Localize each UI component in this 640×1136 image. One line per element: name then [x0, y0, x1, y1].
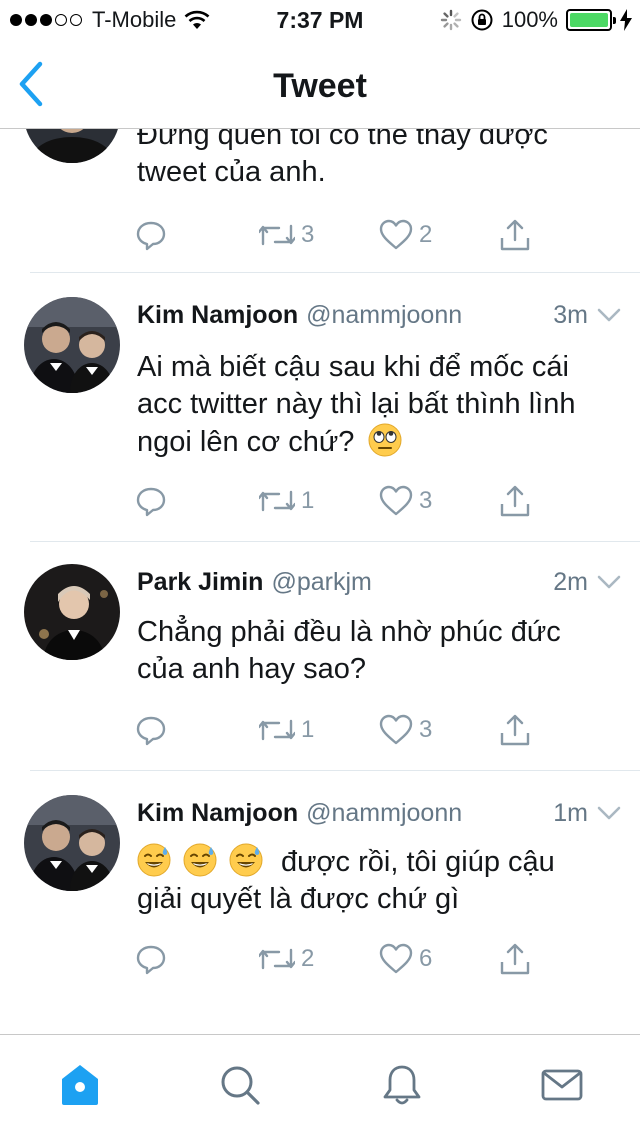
reply-icon [136, 221, 166, 251]
tweet-actions: 3 2 [135, 215, 565, 255]
retweet-button[interactable]: 1 [259, 481, 314, 521]
retweet-icon [259, 948, 295, 970]
user-handle[interactable]: @nammjoonn [306, 799, 462, 828]
notifications-icon[interactable] [380, 1063, 424, 1107]
reply-button[interactable] [135, 939, 167, 979]
tweet-thread: Đừng quên tôi có thể thấy được tweet của… [0, 128, 640, 1034]
chevron-down-icon[interactable] [596, 804, 622, 822]
share-icon [500, 714, 530, 746]
battery-percent: 100% [501, 7, 558, 32]
user-handle[interactable]: @parkjm [271, 568, 371, 597]
tweet-item[interactable]: Kim Namjoon @nammjoonn 3m Ai mà biết cậu… [0, 273, 640, 542]
tweet-header: Park Jimin @parkjm 2m [137, 564, 622, 600]
avatar[interactable] [24, 564, 120, 660]
retweet-button[interactable]: 1 [259, 710, 314, 750]
reply-icon [136, 487, 166, 517]
page-title: Tweet [273, 67, 367, 105]
share-button[interactable] [499, 481, 531, 521]
share-icon [500, 485, 530, 517]
retweet-count: 3 [301, 221, 315, 248]
like-count: 3 [419, 487, 433, 514]
user-name[interactable]: Park Jimin [137, 568, 263, 597]
tweet-partial[interactable]: Đừng quên tôi có thể thấy được tweet của… [0, 128, 640, 273]
search-icon[interactable] [218, 1063, 262, 1107]
activity-spinner-icon [440, 9, 461, 31]
sweat-smile-emoji [229, 843, 263, 877]
heart-icon [379, 485, 413, 516]
tweet-text: Ai mà biết cậu sau khi để mốc cái acc tw… [137, 351, 576, 458]
messages-icon[interactable] [540, 1063, 584, 1107]
reply-button[interactable] [135, 481, 167, 521]
tweet-time: 2m [553, 567, 588, 596]
heart-icon [379, 943, 413, 974]
like-count: 6 [419, 945, 433, 972]
avatar[interactable] [24, 297, 120, 393]
retweet-count: 1 [301, 487, 315, 514]
user-handle[interactable]: @nammjoonn [306, 301, 462, 330]
like-button[interactable]: 3 [379, 710, 432, 750]
heart-icon [379, 714, 413, 745]
user-name[interactable]: Kim Namjoon [137, 799, 298, 828]
tweet-item[interactable]: Kim Namjoon @nammjoonn 1m được rồi, tôi … [0, 771, 640, 1034]
user-name[interactable]: Kim Namjoon [137, 301, 298, 330]
nav-bar: Tweet [0, 40, 640, 128]
retweet-icon [259, 719, 295, 741]
tweet-item[interactable]: Park Jimin @parkjm 2m Chẳng phải đều là … [0, 542, 640, 771]
sweat-smile-emoji [137, 843, 171, 877]
battery-icon [566, 9, 616, 31]
charging-bolt-icon [620, 9, 632, 31]
share-icon [500, 943, 530, 975]
tweet-header: Kim Namjoon @nammjoonn 1m [137, 795, 622, 831]
status-bar: T-Mobile 7:37 PM 100% [0, 0, 640, 40]
like-button[interactable]: 2 [379, 215, 432, 255]
tab-bar [0, 1034, 640, 1136]
reply-icon [136, 945, 166, 975]
avatar[interactable] [24, 129, 120, 163]
reply-button[interactable] [135, 710, 167, 750]
chevron-down-icon[interactable] [596, 573, 622, 591]
retweet-icon [259, 490, 295, 512]
tweet-time: 3m [553, 300, 588, 329]
share-button[interactable] [499, 710, 531, 750]
retweet-count: 2 [301, 945, 315, 972]
tweet-header: Kim Namjoon @nammjoonn 3m [137, 297, 622, 333]
avatar[interactable] [24, 795, 120, 891]
orientation-lock-icon [471, 9, 493, 31]
like-button[interactable]: 3 [379, 481, 432, 521]
like-button[interactable]: 6 [379, 939, 432, 979]
tweet-text: Đừng quên tôi có thể thấy được tweet của… [137, 128, 548, 188]
tweet-actions: 1 3 [135, 710, 565, 750]
heart-icon [379, 219, 413, 250]
share-button[interactable] [499, 215, 531, 255]
chevron-down-icon[interactable] [596, 306, 622, 324]
retweet-icon [259, 224, 295, 246]
status-right: 100% [440, 6, 632, 34]
share-icon [500, 219, 530, 251]
retweet-button[interactable]: 2 [259, 939, 314, 979]
retweet-button[interactable]: 3 [259, 215, 314, 255]
tweet-actions: 2 6 [135, 939, 565, 979]
reply-button[interactable] [135, 215, 167, 255]
home-icon[interactable] [58, 1063, 102, 1107]
like-count: 3 [419, 716, 433, 743]
retweet-count: 1 [301, 716, 315, 743]
eye-roll-emoji [368, 423, 402, 457]
reply-icon [136, 716, 166, 746]
tweet-text: được rồi, tôi giúp cậu giải quyết là đượ… [137, 843, 607, 918]
tweet-time: 1m [553, 798, 588, 827]
sweat-smile-emoji [183, 843, 217, 877]
tweet-text: Chẳng phải đều là nhờ phúc đức của anh h… [137, 616, 561, 685]
tweet-actions: 1 3 [135, 481, 565, 521]
share-button[interactable] [499, 939, 531, 979]
like-count: 2 [419, 221, 433, 248]
